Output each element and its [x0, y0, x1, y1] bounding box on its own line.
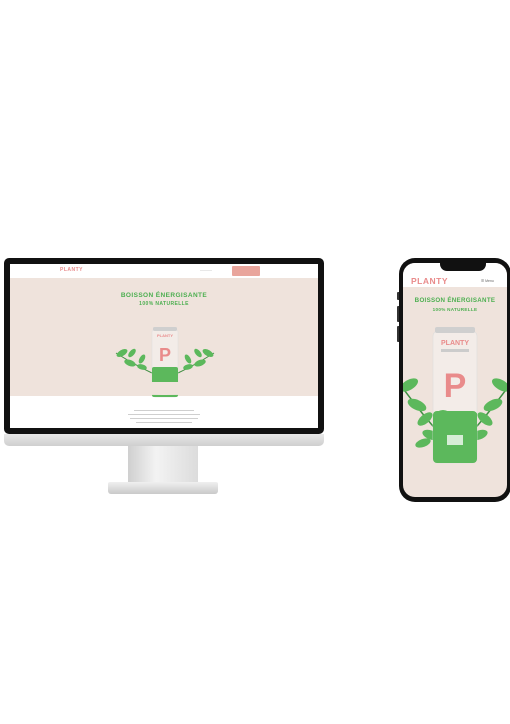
- mobile-phone: PLANTY ☰ Menu BOISSON ÉNERGISANTE 100% N…: [399, 258, 510, 502]
- desktop-hero-wave: [10, 382, 318, 395]
- desktop-navbar: PLANTY ————: [10, 264, 318, 279]
- svg-text:P: P: [444, 367, 467, 405]
- leaf-icon: [177, 348, 215, 374]
- mobile-screen: PLANTY ☰ Menu BOISSON ÉNERGISANTE 100% N…: [403, 263, 507, 497]
- monitor-chin: [4, 434, 324, 446]
- mobile-can-illustration: PLANTY P: [403, 327, 507, 464]
- mobile-logo[interactable]: PLANTY: [411, 276, 448, 286]
- desktop-hero-headline: BOISSON ÉNERGISANTE: [120, 292, 208, 299]
- monitor-stand-foot: [108, 482, 218, 494]
- phone-notch: [440, 262, 486, 271]
- svg-text:P: P: [159, 345, 171, 365]
- desktop-hero: BOISSON ÉNERGISANTE 100% NATURELLE PLANT…: [10, 278, 318, 398]
- desktop-hero-subheadline: 100% NATURELLE: [139, 301, 189, 307]
- mobile-hero-headline: BOISSON ÉNERGISANTE: [414, 297, 496, 304]
- mobile-hero-subheadline: 100% NATURELLE: [432, 307, 478, 312]
- desktop-cta-button[interactable]: [232, 266, 260, 276]
- monitor-stand-neck: [128, 446, 198, 484]
- leaf-icon: [115, 348, 153, 374]
- desktop-logo[interactable]: PLANTY: [60, 267, 83, 273]
- desktop-screen: PLANTY ———— BOISSON ÉNERGISANTE 100% NAT…: [10, 264, 318, 428]
- desktop-nav-link[interactable]: ————: [200, 268, 212, 272]
- svg-text:PLANTY: PLANTY: [441, 340, 469, 347]
- svg-text:PLANTY: PLANTY: [157, 333, 173, 338]
- hamburger-icon[interactable]: ☰ Menu: [481, 279, 494, 283]
- desktop-monitor: PLANTY ———— BOISSON ÉNERGISANTE 100% NAT…: [4, 258, 324, 446]
